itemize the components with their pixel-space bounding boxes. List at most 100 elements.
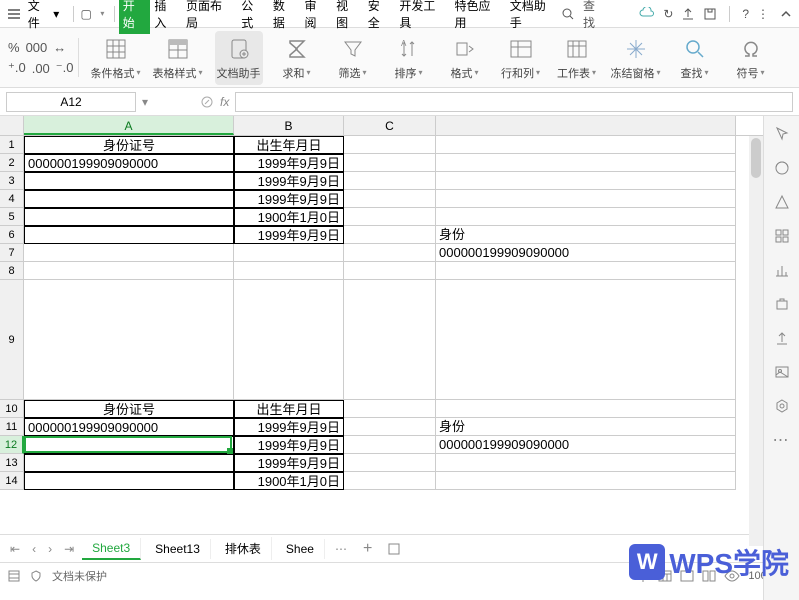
tab-review[interactable]: 审阅 [300,0,332,34]
cloud-sync-icon[interactable] [639,7,655,21]
cancel-icon[interactable] [200,95,214,109]
sheet-tab-1[interactable]: Sheet13 [145,539,211,559]
cell[interactable] [436,172,736,190]
cell[interactable] [234,280,344,400]
cell[interactable]: 000000199909090000 [436,244,736,262]
fx-icon[interactable]: fx [220,95,229,109]
cell[interactable] [344,436,436,454]
col-header-c[interactable]: C [344,116,436,135]
decimal-format-2[interactable]: .00 [32,61,50,76]
freeze-panes-button[interactable]: 冻结窗格 [611,35,661,81]
save-icon[interactable]: ▢ [78,6,94,22]
row-header[interactable]: 4 [0,190,24,208]
percent-format[interactable]: % [8,40,20,55]
cell[interactable] [24,436,234,454]
select-all-corner[interactable] [0,116,24,135]
row-header[interactable]: 13 [0,454,24,472]
cell[interactable] [436,190,736,208]
sheet-tab-0[interactable]: Sheet3 [82,538,141,560]
name-box[interactable]: A12 [6,92,136,112]
cell[interactable] [436,280,736,400]
cell[interactable] [344,244,436,262]
worksheet-button[interactable]: 工作表 [555,35,599,81]
row-header[interactable]: 10 [0,400,24,418]
add-sheet-button[interactable]: + [357,540,378,558]
save-alt-icon[interactable] [703,7,717,21]
search-icon[interactable] [561,7,575,21]
find-button[interactable]: 查找 [673,35,717,81]
cell[interactable] [436,472,736,490]
cell[interactable] [436,154,736,172]
sheet-list-icon[interactable] [382,543,406,555]
cell[interactable] [344,154,436,172]
cell[interactable] [24,190,234,208]
settings-icon[interactable] [772,396,792,416]
analysis-icon[interactable] [772,260,792,280]
decimal-format-3[interactable]: ⁻.0 [56,60,74,76]
cell[interactable]: 1999年9月9日 [234,418,344,436]
cell[interactable]: 出生年月日 [234,136,344,154]
rows-cols-button[interactable]: 行和列 [499,35,543,81]
cell[interactable]: 1999年9月9日 [234,436,344,454]
cell[interactable]: 身份证号 [24,400,234,418]
cell[interactable] [24,226,234,244]
tab-formulas[interactable]: 公式 [237,0,269,34]
tab-devtools[interactable]: 开发工具 [395,0,450,34]
cell[interactable] [344,208,436,226]
tab-doc-helper[interactable]: 文档助手 [506,0,561,34]
sheet-tabs-more[interactable]: ⋯ [329,542,353,556]
row-header[interactable]: 5 [0,208,24,226]
cell[interactable] [234,244,344,262]
tab-start[interactable]: 开始 [119,0,151,34]
cell[interactable] [24,244,234,262]
symbols-button[interactable]: 符号 [729,35,773,81]
export-icon[interactable] [772,328,792,348]
cell[interactable]: 1999年9月9日 [234,190,344,208]
cursor-icon[interactable] [772,124,792,144]
vertical-scrollbar[interactable] [749,136,763,546]
cell[interactable] [344,226,436,244]
cell[interactable] [234,262,344,280]
list-icon[interactable] [8,570,20,582]
tab-page-layout[interactable]: 页面布局 [182,0,237,34]
tab-nav-last[interactable]: ⇥ [60,540,78,558]
sum-button[interactable]: 求和 [275,35,319,81]
name-box-dropdown[interactable]: ▾ [142,95,148,109]
sort-button[interactable]: A 排序 [387,35,431,81]
spreadsheet-grid[interactable]: A B C 1身份证号出生年月日20000001999090900001999年… [0,116,799,534]
tab-special[interactable]: 特色应用 [451,0,506,34]
row-header[interactable]: 1 [0,136,24,154]
tab-nav-next[interactable]: › [44,540,56,558]
image-icon[interactable] [772,362,792,382]
cell[interactable] [24,454,234,472]
cell[interactable]: 1900年1月0日 [234,472,344,490]
cell[interactable] [436,262,736,280]
comma-format[interactable]: 000 [26,40,48,55]
cell[interactable] [344,280,436,400]
refresh-icon[interactable]: ↻ [663,7,673,21]
search-label[interactable]: 查找 [583,0,605,31]
cell[interactable] [344,454,436,472]
cell[interactable]: 1999年9月9日 [234,154,344,172]
share-icon[interactable] [681,7,695,21]
protect-status[interactable]: 文档未保护 [52,568,107,584]
cell[interactable] [344,400,436,418]
sheet-tab-3[interactable]: Shee [276,539,325,559]
row-header[interactable]: 8 [0,262,24,280]
cell[interactable]: 1999年9月9日 [234,454,344,472]
cell[interactable] [24,280,234,400]
more-tools-icon[interactable]: ⋯ [772,430,792,450]
tab-security[interactable]: 安全 [364,0,396,34]
cell[interactable]: 1900年1月0日 [234,208,344,226]
cell[interactable] [436,400,736,418]
cell[interactable] [436,208,736,226]
cell[interactable]: 出生年月日 [234,400,344,418]
tab-nav-first[interactable]: ⇤ [6,540,24,558]
select-object-icon[interactable] [772,158,792,178]
col-header-b[interactable]: B [234,116,344,135]
row-header[interactable]: 14 [0,472,24,490]
tab-insert[interactable]: 插入 [150,0,182,34]
cell[interactable] [344,136,436,154]
cell[interactable]: 000000199909090000 [24,418,234,436]
doc-helper-button[interactable]: 文档助手 [215,31,263,85]
